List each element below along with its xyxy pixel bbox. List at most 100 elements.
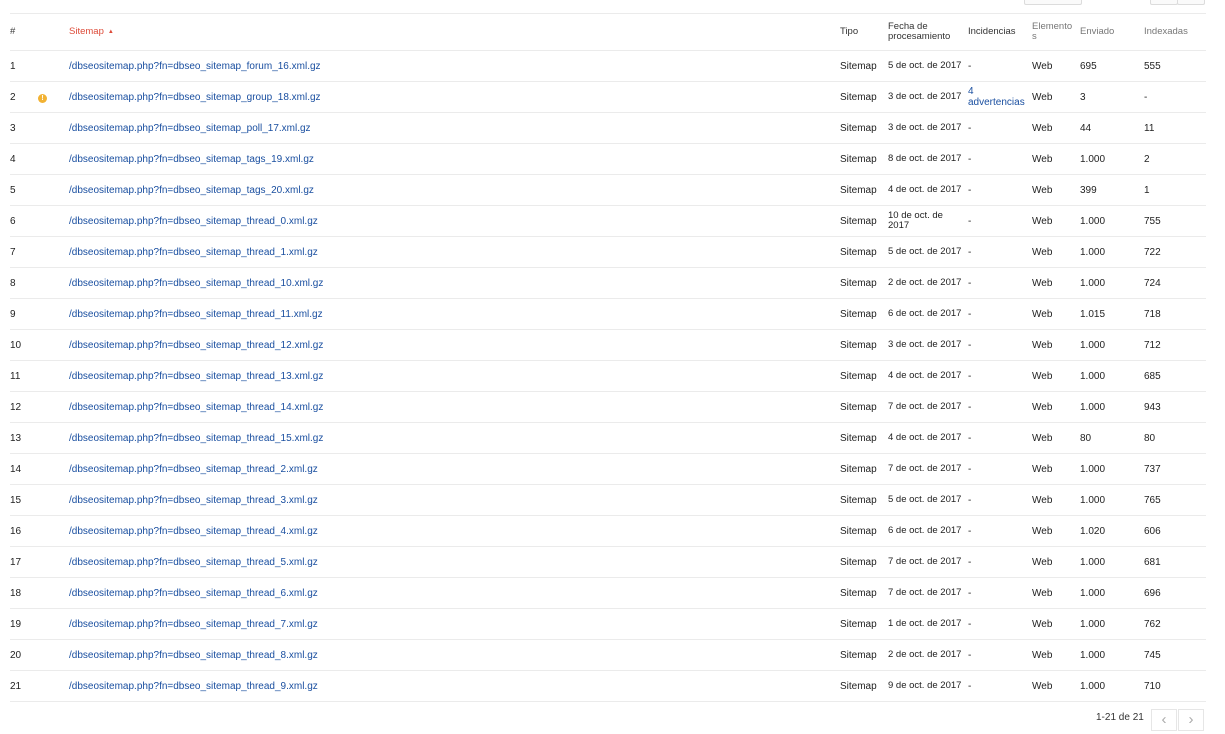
tipo-cell: Sitemap <box>840 143 888 175</box>
sitemap-link[interactable]: /dbseositemap.php?fn=dbseo_sitemap_threa… <box>69 402 323 413</box>
sitemaps-table: # Sitemap ▲ Tipo Fecha de procesamiento In… <box>10 14 1206 702</box>
sitemap-link[interactable]: /dbseositemap.php?fn=dbseo_sitemap_forum… <box>69 61 321 72</box>
status-cell <box>38 453 69 485</box>
enviado-cell: 1.000 <box>1080 484 1144 516</box>
sitemap-link[interactable]: /dbseositemap.php?fn=dbseo_sitemap_threa… <box>69 650 318 661</box>
table-row: 19/dbseositemap.php?fn=dbseo_sitemap_thr… <box>10 608 1206 640</box>
tipo-cell: Sitemap <box>840 670 888 702</box>
fecha-cell: 3 de oct. de 2017 <box>888 81 968 113</box>
sitemap-link[interactable]: /dbseositemap.php?fn=dbseo_sitemap_threa… <box>69 309 323 320</box>
fecha-cell: 4 de oct. de 2017 <box>888 422 968 454</box>
sitemap-link[interactable]: /dbseositemap.php?fn=dbseo_sitemap_tags_… <box>69 154 314 165</box>
fecha-cell: 3 de oct. de 2017 <box>888 112 968 144</box>
row-index: 12 <box>10 391 38 423</box>
sitemap-link[interactable]: /dbseositemap.php?fn=dbseo_sitemap_poll_… <box>69 123 311 134</box>
pagination-range: 1-21 de 21 <box>1096 712 1144 723</box>
sitemap-link[interactable]: /dbseositemap.php?fn=dbseo_sitemap_threa… <box>69 588 318 599</box>
fecha-cell: 5 de oct. de 2017 <box>888 484 968 516</box>
sitemap-link[interactable]: /dbseositemap.php?fn=dbseo_sitemap_threa… <box>69 464 318 475</box>
sitemap-link[interactable]: /dbseositemap.php?fn=dbseo_sitemap_threa… <box>69 247 318 258</box>
header-sitemap[interactable]: Sitemap ▲ <box>69 14 840 51</box>
header-status <box>38 14 69 51</box>
elementos-cell: Web <box>1032 360 1080 392</box>
elementos-cell: Web <box>1032 577 1080 609</box>
sitemap-link[interactable]: /dbseositemap.php?fn=dbseo_sitemap_threa… <box>69 619 318 630</box>
header-enviado[interactable]: Enviado <box>1080 14 1144 51</box>
sitemap-link[interactable]: /dbseositemap.php?fn=dbseo_sitemap_group… <box>69 92 321 103</box>
table-row: 1/dbseositemap.php?fn=dbseo_sitemap_foru… <box>10 50 1206 82</box>
enviado-cell: 1.000 <box>1080 236 1144 268</box>
status-cell <box>38 391 69 423</box>
fecha-cell: 5 de oct. de 2017 <box>888 236 968 268</box>
elementos-cell: Web <box>1032 298 1080 330</box>
fecha-cell: 6 de oct. de 2017 <box>888 515 968 547</box>
status-cell <box>38 515 69 547</box>
header-elementos[interactable]: Elemento s <box>1032 14 1080 51</box>
row-index: 18 <box>10 577 38 609</box>
header-tipo[interactable]: Tipo <box>840 14 888 51</box>
enviado-cell: 1.015 <box>1080 298 1144 330</box>
sitemap-link[interactable]: /dbseositemap.php?fn=dbseo_sitemap_threa… <box>69 433 323 444</box>
enviado-cell: 3 <box>1080 81 1144 113</box>
sitemap-cell: /dbseositemap.php?fn=dbseo_sitemap_group… <box>69 81 840 113</box>
table-row: 14/dbseositemap.php?fn=dbseo_sitemap_thr… <box>10 453 1206 485</box>
tipo-cell: Sitemap <box>840 422 888 454</box>
sitemap-link[interactable]: /dbseositemap.php?fn=dbseo_sitemap_threa… <box>69 216 318 227</box>
table-row: 8/dbseositemap.php?fn=dbseo_sitemap_thre… <box>10 267 1206 299</box>
header-fecha[interactable]: Fecha de procesamiento <box>888 14 968 51</box>
status-cell <box>38 112 69 144</box>
row-index: 5 <box>10 174 38 206</box>
row-index: 13 <box>10 422 38 454</box>
sitemap-link[interactable]: /dbseositemap.php?fn=dbseo_sitemap_threa… <box>69 495 318 506</box>
header-incidencias[interactable]: Incidencias <box>968 14 1032 51</box>
sitemap-link[interactable]: /dbseositemap.php?fn=dbseo_sitemap_threa… <box>69 681 318 692</box>
incidencias-cell: - <box>968 143 1032 175</box>
fecha-cell: 8 de oct. de 2017 <box>888 143 968 175</box>
sitemap-link[interactable]: /dbseositemap.php?fn=dbseo_sitemap_threa… <box>69 371 323 382</box>
sitemap-link[interactable]: /dbseositemap.php?fn=dbseo_sitemap_threa… <box>69 526 318 537</box>
row-index: 7 <box>10 236 38 268</box>
incidencias-link[interactable]: 4 advertencias <box>968 86 1025 108</box>
incidencias-cell: - <box>968 484 1032 516</box>
top-toolbar-next-button[interactable] <box>1177 0 1205 5</box>
pagination-next-button[interactable]: › <box>1178 709 1204 731</box>
top-toolbar-button[interactable] <box>1024 0 1082 5</box>
elementos-cell: Web <box>1032 267 1080 299</box>
row-index: 16 <box>10 515 38 547</box>
sitemap-link[interactable]: /dbseositemap.php?fn=dbseo_sitemap_threa… <box>69 557 318 568</box>
status-cell <box>38 360 69 392</box>
row-index: 19 <box>10 608 38 640</box>
row-index: 6 <box>10 205 38 237</box>
status-cell <box>38 670 69 702</box>
indexadas-cell: 755 <box>1144 205 1206 237</box>
sitemap-link[interactable]: /dbseositemap.php?fn=dbseo_sitemap_threa… <box>69 278 323 289</box>
row-index: 8 <box>10 267 38 299</box>
tipo-cell: Sitemap <box>840 205 888 237</box>
incidencias-cell: - <box>968 670 1032 702</box>
fecha-cell: 7 de oct. de 2017 <box>888 453 968 485</box>
status-cell <box>38 50 69 82</box>
sitemap-cell: /dbseositemap.php?fn=dbseo_sitemap_tags_… <box>69 174 840 206</box>
row-index: 9 <box>10 298 38 330</box>
tipo-cell: Sitemap <box>840 453 888 485</box>
incidencias-cell: - <box>968 453 1032 485</box>
enviado-cell: 1.000 <box>1080 546 1144 578</box>
table-row: 9/dbseositemap.php?fn=dbseo_sitemap_thre… <box>10 298 1206 330</box>
enviado-cell: 1.000 <box>1080 670 1144 702</box>
incidencias-cell: - <box>968 298 1032 330</box>
top-toolbar-prev-button[interactable] <box>1150 0 1178 5</box>
indexadas-cell: - <box>1144 81 1206 113</box>
enviado-cell: 1.000 <box>1080 639 1144 671</box>
indexadas-cell: 765 <box>1144 484 1206 516</box>
status-cell <box>38 422 69 454</box>
sitemap-link[interactable]: /dbseositemap.php?fn=dbseo_sitemap_threa… <box>69 340 323 351</box>
header-indexadas[interactable]: Indexadas <box>1144 14 1206 51</box>
table-row: 5/dbseositemap.php?fn=dbseo_sitemap_tags… <box>10 174 1206 206</box>
sitemap-link[interactable]: /dbseositemap.php?fn=dbseo_sitemap_tags_… <box>69 185 314 196</box>
table-row: 4/dbseositemap.php?fn=dbseo_sitemap_tags… <box>10 143 1206 175</box>
indexadas-cell: 606 <box>1144 515 1206 547</box>
elementos-cell: Web <box>1032 546 1080 578</box>
fecha-cell: 4 de oct. de 2017 <box>888 174 968 206</box>
tipo-cell: Sitemap <box>840 577 888 609</box>
pagination-prev-button[interactable]: ‹ <box>1151 709 1177 731</box>
